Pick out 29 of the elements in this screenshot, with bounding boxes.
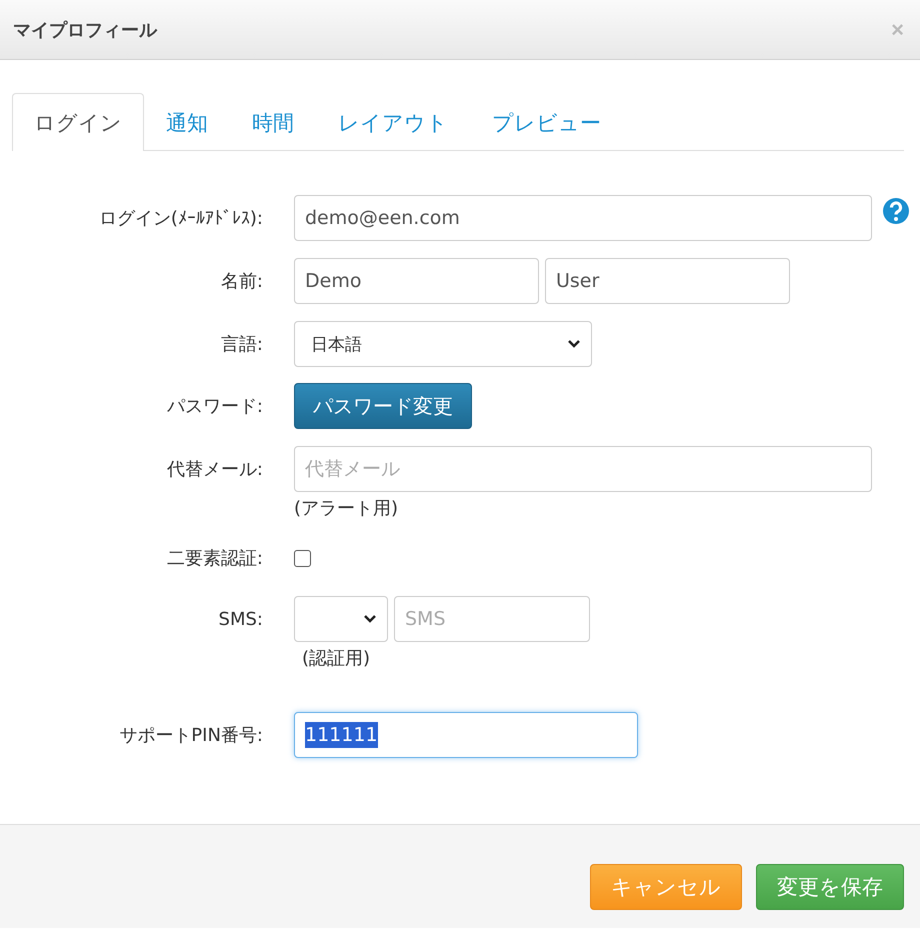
hint-text: (認証用): [302, 647, 372, 670]
chevron-down-icon: [363, 614, 377, 624]
change-password-button[interactable]: パスワード変更: [294, 383, 472, 429]
email-field[interactable]: demo@een.com: [294, 195, 872, 241]
pin-field[interactable]: 111111: [294, 712, 638, 758]
sms-field[interactable]: SMS: [394, 596, 590, 642]
hint-text: (アラート用): [294, 497, 400, 520]
field-label: 言語:: [220, 333, 263, 356]
field-label: ログイン(ﾒｰﾙｱﾄﾞﾚｽ):: [98, 207, 263, 230]
help-icon[interactable]: [882, 197, 910, 225]
save-button[interactable]: 変更を保存: [756, 864, 904, 910]
language-select[interactable]: 日本語: [294, 321, 592, 367]
tab[interactable]: 通知: [144, 93, 230, 151]
tab[interactable]: レイアウト: [316, 93, 470, 151]
alternate-email-field[interactable]: 代替メール: [294, 446, 872, 492]
field-label: SMS:: [218, 608, 263, 630]
first-name-field[interactable]: Demo: [294, 258, 539, 304]
field-label: パスワード:: [166, 395, 263, 418]
chevron-down-icon: [567, 339, 581, 349]
field-label: 代替メール:: [166, 458, 263, 481]
checkbox[interactable]: [294, 550, 311, 566]
field-label: サポートPIN番号:: [118, 724, 263, 747]
tab[interactable]: 時間: [230, 93, 316, 151]
tab[interactable]: プレビュー: [470, 93, 623, 151]
window-title: マイプロフィール: [13, 18, 157, 42]
tab[interactable]: ログイン: [12, 93, 144, 151]
field-label: 名前:: [220, 270, 263, 293]
field-label: 二要素認証:: [166, 547, 263, 570]
last-name-field[interactable]: User: [545, 258, 790, 304]
